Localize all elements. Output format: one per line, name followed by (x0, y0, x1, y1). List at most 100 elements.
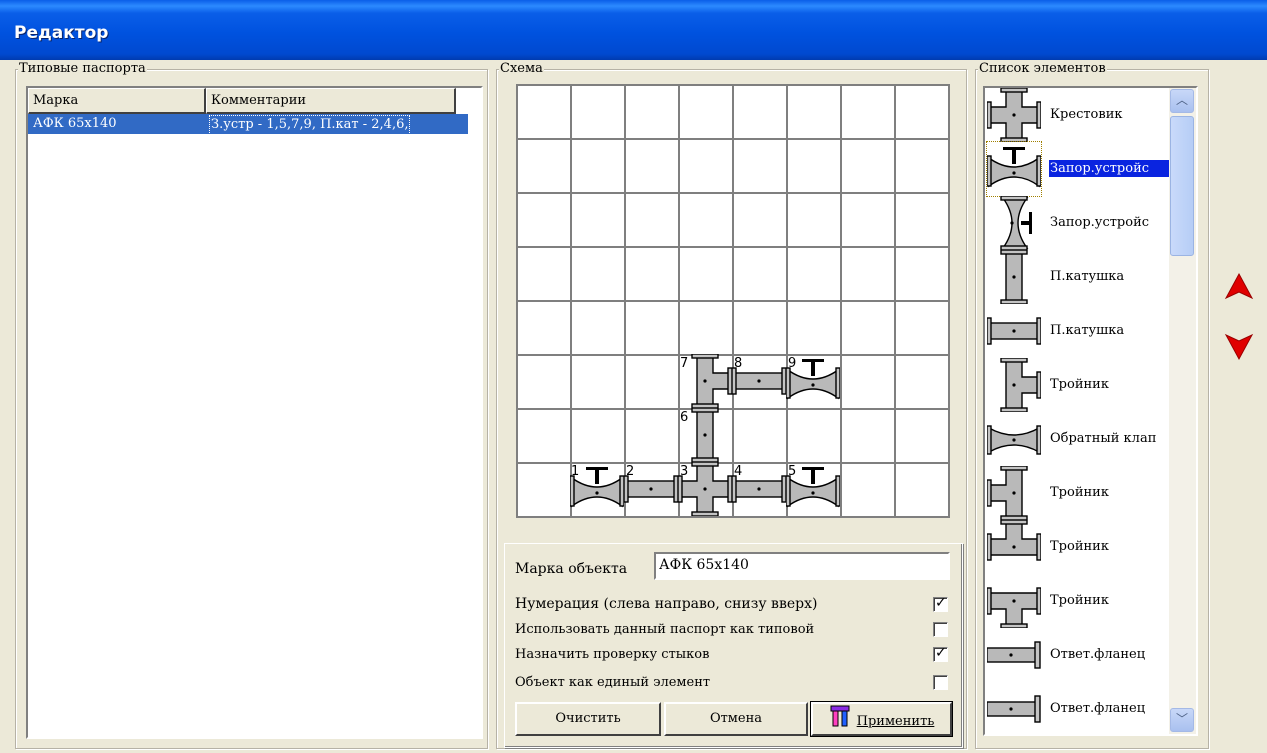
option-typical-checkbox[interactable] (933, 622, 948, 637)
scheme-cell[interactable] (572, 86, 624, 138)
shutoff-valve-vertical-icon (987, 196, 1041, 250)
scheme-cell[interactable] (788, 302, 840, 354)
element-number-8: 8 (734, 356, 743, 371)
table-row[interactable]: АФК 65х140 З.устр - 1,5,7,9, П.кат - 2,4… (28, 114, 468, 135)
apply-button[interactable]: Применить (810, 701, 953, 737)
list-item[interactable]: П.катушка (985, 304, 1173, 358)
scheme-cell[interactable] (896, 410, 948, 462)
option-joint-check-label: Назначить проверку стыков (515, 647, 710, 662)
scheme-cell[interactable] (896, 194, 948, 246)
list-item[interactable]: Обратный клап (985, 412, 1173, 466)
scheme-cell[interactable] (842, 356, 894, 408)
scheme-cell[interactable] (896, 140, 948, 192)
scheme-cell[interactable] (572, 194, 624, 246)
elements-list-legend: Список элементов (978, 61, 1107, 77)
scheme-cell[interactable] (518, 248, 570, 300)
list-item[interactable]: Крестовик (985, 88, 1173, 142)
list-item[interactable]: Запор.устройс (985, 141, 1173, 197)
element-number-9: 9 (788, 356, 797, 371)
scheme-cell[interactable] (518, 356, 570, 408)
scheme-cell[interactable] (518, 86, 570, 138)
scheme-cell[interactable] (842, 302, 894, 354)
scheme-cell[interactable] (788, 194, 840, 246)
scheme-cell[interactable] (896, 464, 948, 516)
scheme-cell[interactable] (626, 302, 678, 354)
scheme-cell[interactable] (572, 410, 624, 462)
scheme-cell[interactable] (680, 194, 732, 246)
scheme-cell[interactable] (842, 410, 894, 462)
scheme-cell[interactable] (680, 302, 732, 354)
list-item[interactable]: Запор.устройс (985, 196, 1173, 250)
scheme-cell[interactable] (680, 86, 732, 138)
scheme-cell[interactable] (842, 140, 894, 192)
pipe-spool-vertical-icon (987, 250, 1041, 304)
option-numbering-checkbox[interactable]: ✓ (933, 595, 948, 612)
column-header-mark[interactable]: Марка (28, 88, 206, 114)
scheme-cell[interactable] (842, 194, 894, 246)
scheme-cell[interactable] (572, 248, 624, 300)
scheme-cell[interactable] (896, 356, 948, 408)
checkmark-icon: ✓ (935, 595, 947, 611)
window-titlebar: Редактор (0, 0, 1267, 60)
scheme-grid[interactable] (516, 84, 950, 518)
scheme-cell[interactable] (788, 248, 840, 300)
list-item[interactable]: Тройник (985, 520, 1173, 574)
scheme-cell[interactable] (842, 86, 894, 138)
scroll-thumb[interactable] (1170, 116, 1194, 256)
scheme-cell[interactable] (572, 356, 624, 408)
list-item[interactable]: Ответ.фланец (985, 628, 1173, 682)
scheme-cell[interactable] (734, 248, 786, 300)
list-item[interactable]: Тройник (985, 574, 1173, 628)
option-joint-check-checkbox[interactable]: ✓ (933, 645, 948, 662)
option-single-element-checkbox[interactable] (933, 675, 948, 690)
scheme-cell[interactable] (518, 410, 570, 462)
scheme-legend: Схема (499, 61, 544, 77)
scheme-cell[interactable] (788, 140, 840, 192)
element-number-4: 4 (734, 464, 743, 479)
scheme-cell[interactable] (572, 140, 624, 192)
scheme-cell[interactable] (626, 356, 678, 408)
scroll-down-button[interactable]: ﹀ (1170, 708, 1194, 732)
cancel-button[interactable]: Отмена (664, 702, 808, 736)
scheme-cell[interactable] (680, 248, 732, 300)
scheme-cell[interactable] (734, 410, 786, 462)
scheme-cell[interactable] (680, 140, 732, 192)
scheme-cell[interactable] (788, 86, 840, 138)
check-valve-icon (987, 412, 1041, 466)
elements-listbox[interactable]: Крестовик Запор.устройс Запор.устройс П.кат… (983, 86, 1198, 736)
list-item[interactable]: Тройник (985, 466, 1173, 520)
scheme-cell[interactable] (626, 194, 678, 246)
scheme-cell[interactable] (626, 140, 678, 192)
object-mark-label: Марка объекта (515, 561, 628, 577)
scheme-cell[interactable] (788, 410, 840, 462)
scheme-cell[interactable] (626, 248, 678, 300)
scheme-cell[interactable] (518, 194, 570, 246)
scheme-cell[interactable] (518, 302, 570, 354)
element-number-2: 2 (626, 464, 635, 479)
list-item[interactable]: П.катушка (985, 250, 1173, 304)
move-down-arrow-icon[interactable] (1224, 333, 1254, 361)
elements-scrollbar[interactable]: ︿ ﹀ (1169, 88, 1196, 734)
scheme-cell[interactable] (734, 86, 786, 138)
passports-listview[interactable]: Марка Комментарии АФК 65х140 З.устр - 1,… (26, 86, 483, 739)
scheme-cell[interactable] (626, 410, 678, 462)
column-header-comment[interactable]: Комментарии (206, 88, 456, 114)
scheme-cell[interactable] (734, 302, 786, 354)
list-item[interactable]: Тройник (985, 358, 1173, 412)
scheme-cell[interactable] (896, 248, 948, 300)
clear-button[interactable]: Очистить (515, 702, 661, 736)
scheme-cell[interactable] (842, 248, 894, 300)
scheme-cell[interactable] (896, 302, 948, 354)
object-mark-input[interactable]: АФК 65х140 (654, 552, 950, 580)
scheme-cell[interactable] (518, 464, 570, 516)
list-item[interactable]: Ответ.фланец (985, 682, 1173, 736)
scroll-up-button[interactable]: ︿ (1170, 89, 1194, 113)
move-up-arrow-icon[interactable] (1224, 272, 1254, 300)
scheme-cell[interactable] (896, 86, 948, 138)
scheme-cell[interactable] (734, 194, 786, 246)
scheme-cell[interactable] (626, 86, 678, 138)
scheme-cell[interactable] (518, 140, 570, 192)
scheme-cell[interactable] (734, 140, 786, 192)
scheme-cell[interactable] (842, 464, 894, 516)
scheme-cell[interactable] (572, 302, 624, 354)
